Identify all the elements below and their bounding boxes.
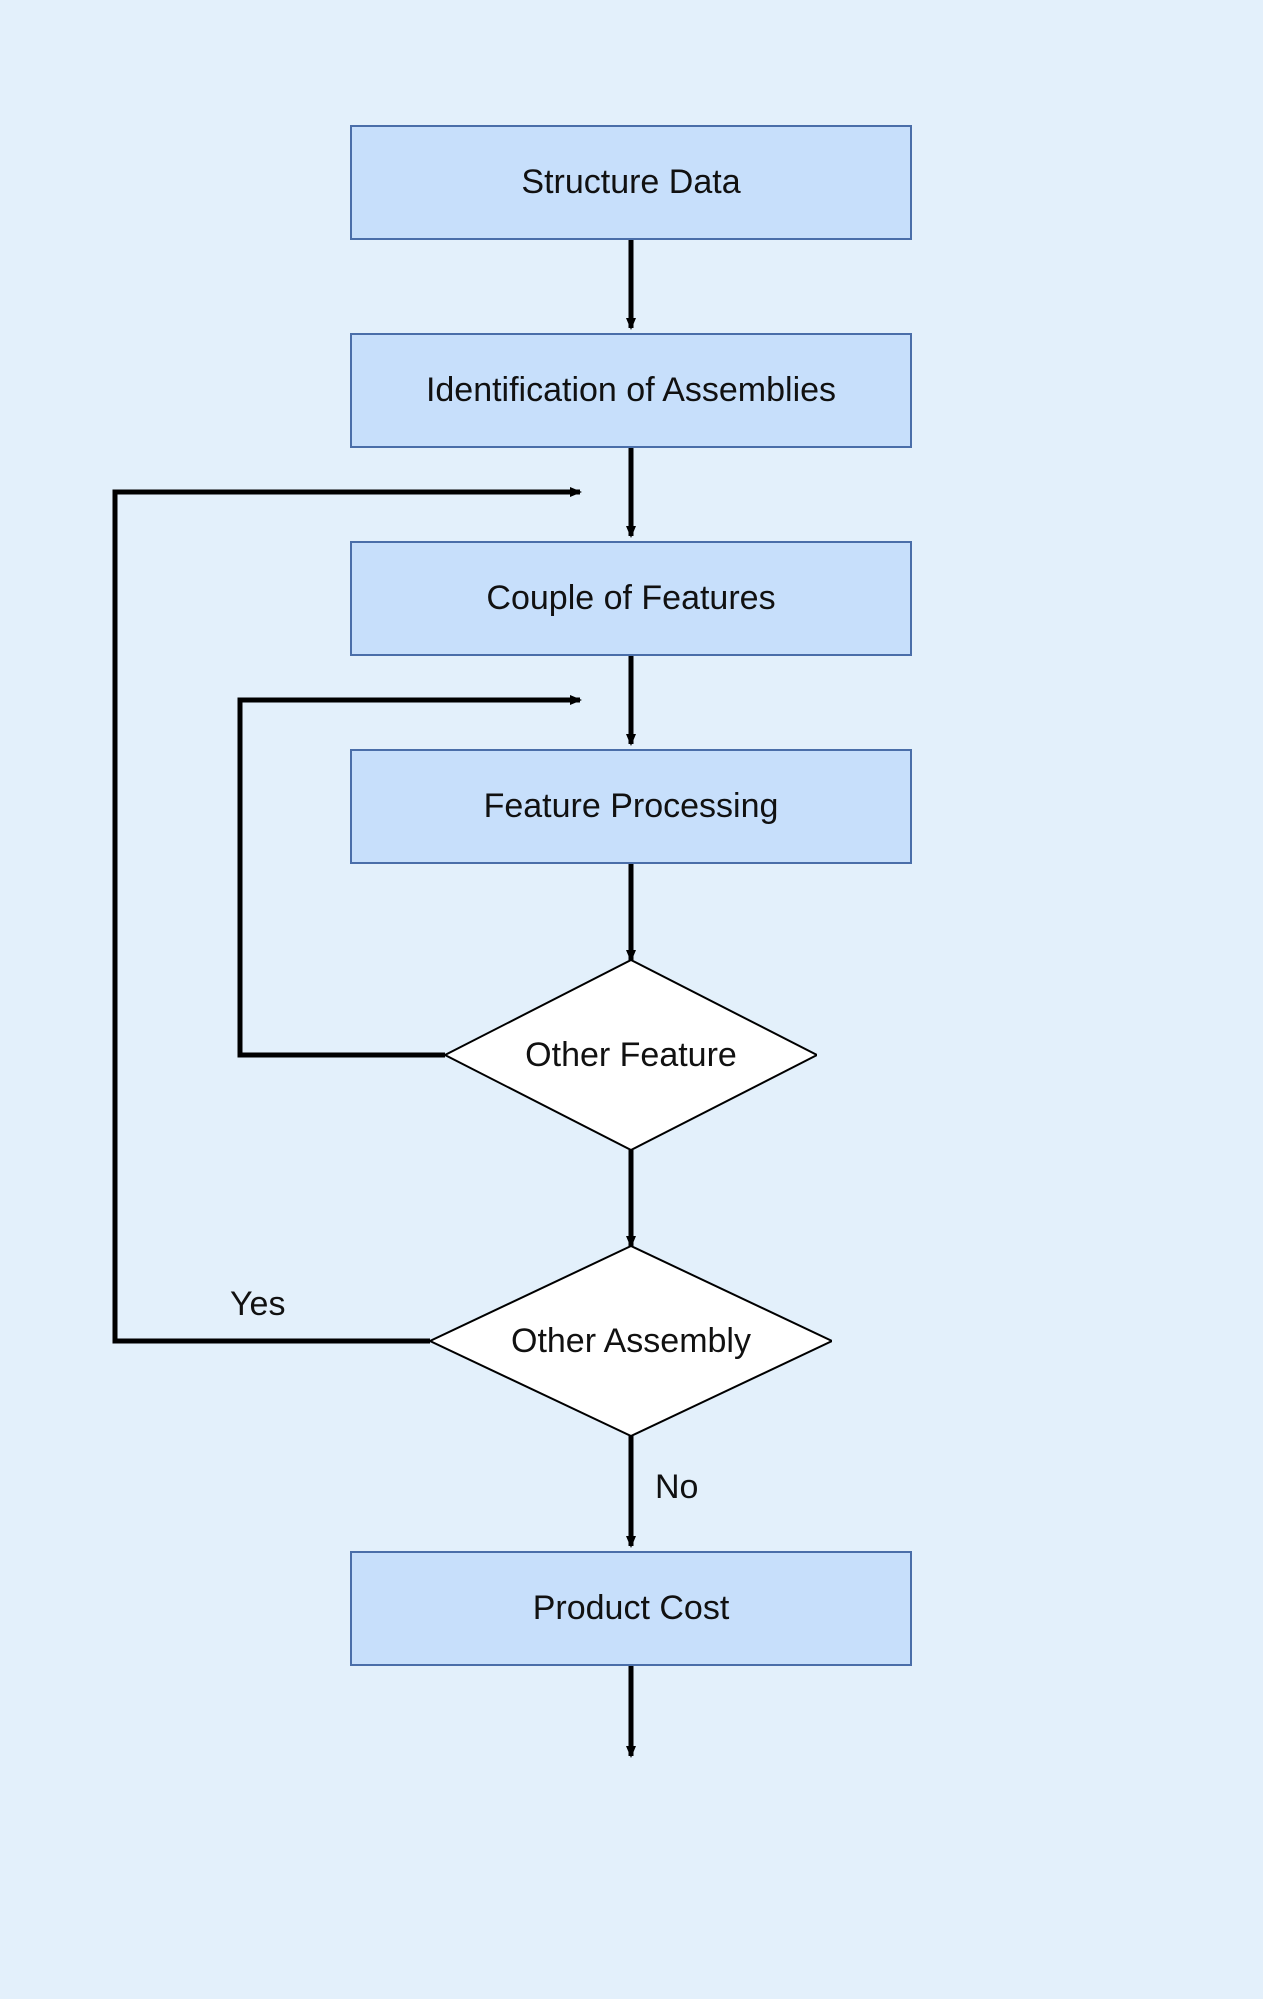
node-feature-processing: Feature Processing [350, 749, 912, 864]
edge-label-no: No [655, 1468, 698, 1507]
decision-other-feature: Other Feature [445, 960, 817, 1150]
node-structure-data: Structure Data [350, 125, 912, 240]
node-label: Feature Processing [484, 787, 779, 826]
edge-label-yes: Yes [230, 1285, 285, 1324]
node-label: Identification of Assemblies [426, 371, 836, 410]
decision-other-assembly: Other Assembly [430, 1246, 832, 1436]
node-product-cost: Product Cost [350, 1551, 912, 1666]
node-couple-features: Couple of Features [350, 541, 912, 656]
node-label: Structure Data [521, 163, 740, 202]
decision-label: Other Feature [525, 1036, 737, 1075]
node-identification: Identification of Assemblies [350, 333, 912, 448]
node-label: Couple of Features [486, 579, 775, 618]
decision-label: Other Assembly [511, 1322, 751, 1361]
node-label: Product Cost [533, 1589, 730, 1628]
flowchart-canvas: Structure Data Identification of Assembl… [0, 0, 1263, 1999]
